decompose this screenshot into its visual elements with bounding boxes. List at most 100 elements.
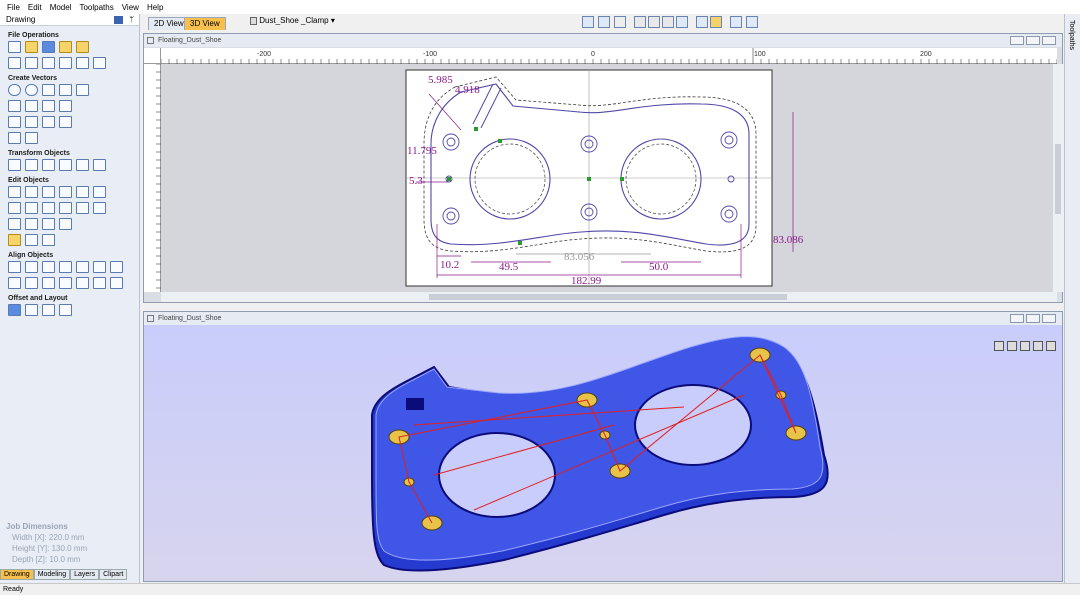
view-y-icon[interactable] (1046, 341, 1056, 351)
mirror-icon[interactable] (59, 159, 72, 171)
polyline-icon[interactable] (8, 100, 21, 112)
subtract-icon[interactable] (25, 202, 38, 214)
circle-icon[interactable] (8, 84, 21, 96)
offset-icon[interactable] (8, 304, 21, 316)
minimize-icon[interactable] (1010, 36, 1024, 45)
zoom-box-icon[interactable] (598, 16, 610, 28)
tab-layers[interactable]: Layers (70, 569, 100, 580)
copy-along-icon[interactable] (59, 304, 72, 316)
view-top-3d-icon[interactable] (1020, 341, 1030, 351)
align-middle-icon[interactable] (42, 261, 55, 273)
break-icon[interactable] (76, 202, 89, 214)
text-on-curve-icon[interactable] (42, 116, 55, 128)
layout-h-icon[interactable] (730, 16, 742, 28)
menu-toolpaths[interactable]: Toolpaths (75, 3, 117, 12)
redo-icon[interactable] (93, 57, 106, 69)
open-folder-icon[interactable] (25, 41, 38, 53)
tab-drawing[interactable]: Drawing (0, 569, 34, 580)
close-icon[interactable] (1042, 314, 1056, 323)
panel-close-icon[interactable] (114, 16, 123, 24)
center-y-icon[interactable] (42, 277, 55, 289)
menu-view[interactable]: View (118, 3, 143, 12)
tab-clipart[interactable]: Clipart (99, 569, 128, 580)
arrow-icon[interactable] (59, 218, 72, 230)
scroll-thumb[interactable] (429, 294, 787, 300)
view-top-icon[interactable] (648, 16, 660, 28)
node-edit-icon[interactable] (8, 186, 21, 198)
new-file-icon[interactable] (8, 41, 21, 53)
distort-icon[interactable] (76, 159, 89, 171)
zoom-fit-icon[interactable] (582, 16, 594, 28)
smooth-node-icon[interactable] (25, 186, 38, 198)
align-top-icon[interactable] (93, 261, 106, 273)
pin-icon[interactable]: ᛘ (129, 14, 134, 26)
split-icon[interactable] (25, 234, 38, 246)
align-center-h-icon[interactable] (8, 261, 21, 273)
view-front-icon[interactable] (662, 16, 674, 28)
view-fit-icon[interactable] (994, 341, 1004, 351)
cut-icon[interactable] (25, 57, 38, 69)
grid-icon[interactable] (614, 16, 626, 28)
align-left-icon[interactable] (59, 261, 72, 273)
layout-v-icon[interactable] (746, 16, 758, 28)
minimize-icon[interactable] (1010, 314, 1024, 323)
3d-preview-canvas[interactable] (144, 325, 1062, 581)
ellipse-icon[interactable] (25, 84, 38, 96)
curve-icon[interactable] (42, 100, 55, 112)
trace-icon[interactable] (8, 132, 21, 144)
view-snap-icon[interactable] (676, 16, 688, 28)
polygon-icon[interactable] (59, 84, 72, 96)
view-iso-3d-icon[interactable] (1007, 341, 1017, 351)
text-box-icon[interactable] (25, 116, 38, 128)
file-dropdown[interactable]: Dust_Shoe _Clamp ▾ (250, 16, 335, 25)
menu-help[interactable]: Help (143, 3, 167, 12)
restore-icon[interactable] (1026, 314, 1040, 323)
nesting-icon[interactable] (25, 304, 38, 316)
move-icon[interactable] (8, 159, 21, 171)
align-right-icon[interactable] (76, 261, 89, 273)
spiral-icon[interactable] (59, 100, 72, 112)
fillet-tool-icon[interactable] (25, 218, 38, 230)
menu-file[interactable]: File (3, 3, 24, 12)
drawing-canvas[interactable]: 5.985 4.918 11.795 5.3 10.2 49.5 83.056 … (161, 64, 1057, 292)
import-icon[interactable] (59, 41, 72, 53)
horizontal-scrollbar[interactable] (161, 292, 1057, 302)
draw-tool-icon[interactable] (710, 16, 722, 28)
chamfer-icon[interactable] (42, 218, 55, 230)
intersect-icon[interactable] (42, 202, 55, 214)
paste-icon[interactable] (59, 57, 72, 69)
tab-3d-view[interactable]: 3D View (184, 17, 226, 30)
scale-icon[interactable] (25, 159, 38, 171)
save-icon[interactable] (42, 41, 55, 53)
align-center-icon[interactable] (93, 159, 106, 171)
space-h-icon[interactable] (59, 277, 72, 289)
measure-icon[interactable] (93, 186, 106, 198)
export-icon[interactable] (76, 41, 89, 53)
join-icon[interactable] (59, 202, 72, 214)
tab-modeling[interactable]: Modeling (33, 569, 71, 580)
snap-icon[interactable] (696, 16, 708, 28)
rectangle-icon[interactable] (42, 84, 55, 96)
fillet-icon[interactable] (59, 116, 72, 128)
arc-icon[interactable] (25, 100, 38, 112)
restore-icon[interactable] (1026, 36, 1040, 45)
view-x-icon[interactable] (1033, 341, 1043, 351)
interactive-trim-icon[interactable] (42, 186, 55, 198)
space-v-icon[interactable] (76, 277, 89, 289)
select-icon[interactable] (8, 57, 21, 69)
trim-icon[interactable] (93, 202, 106, 214)
star-icon[interactable] (76, 84, 89, 96)
close-icon[interactable] (1042, 36, 1056, 45)
extend-icon[interactable] (8, 218, 21, 230)
undo-icon[interactable] (76, 57, 89, 69)
ungroup-icon[interactable] (76, 186, 89, 198)
view-iso-icon[interactable] (634, 16, 646, 28)
array-icon[interactable] (42, 304, 55, 316)
menu-edit[interactable]: Edit (24, 3, 46, 12)
vertical-scrollbar[interactable] (1053, 64, 1063, 292)
distribute-icon[interactable] (110, 277, 123, 289)
center-page-icon[interactable] (8, 277, 21, 289)
toolpaths-tab-strip[interactable]: Toolpaths (1064, 14, 1080, 583)
text-icon[interactable] (8, 116, 21, 128)
rotate-icon[interactable] (42, 159, 55, 171)
